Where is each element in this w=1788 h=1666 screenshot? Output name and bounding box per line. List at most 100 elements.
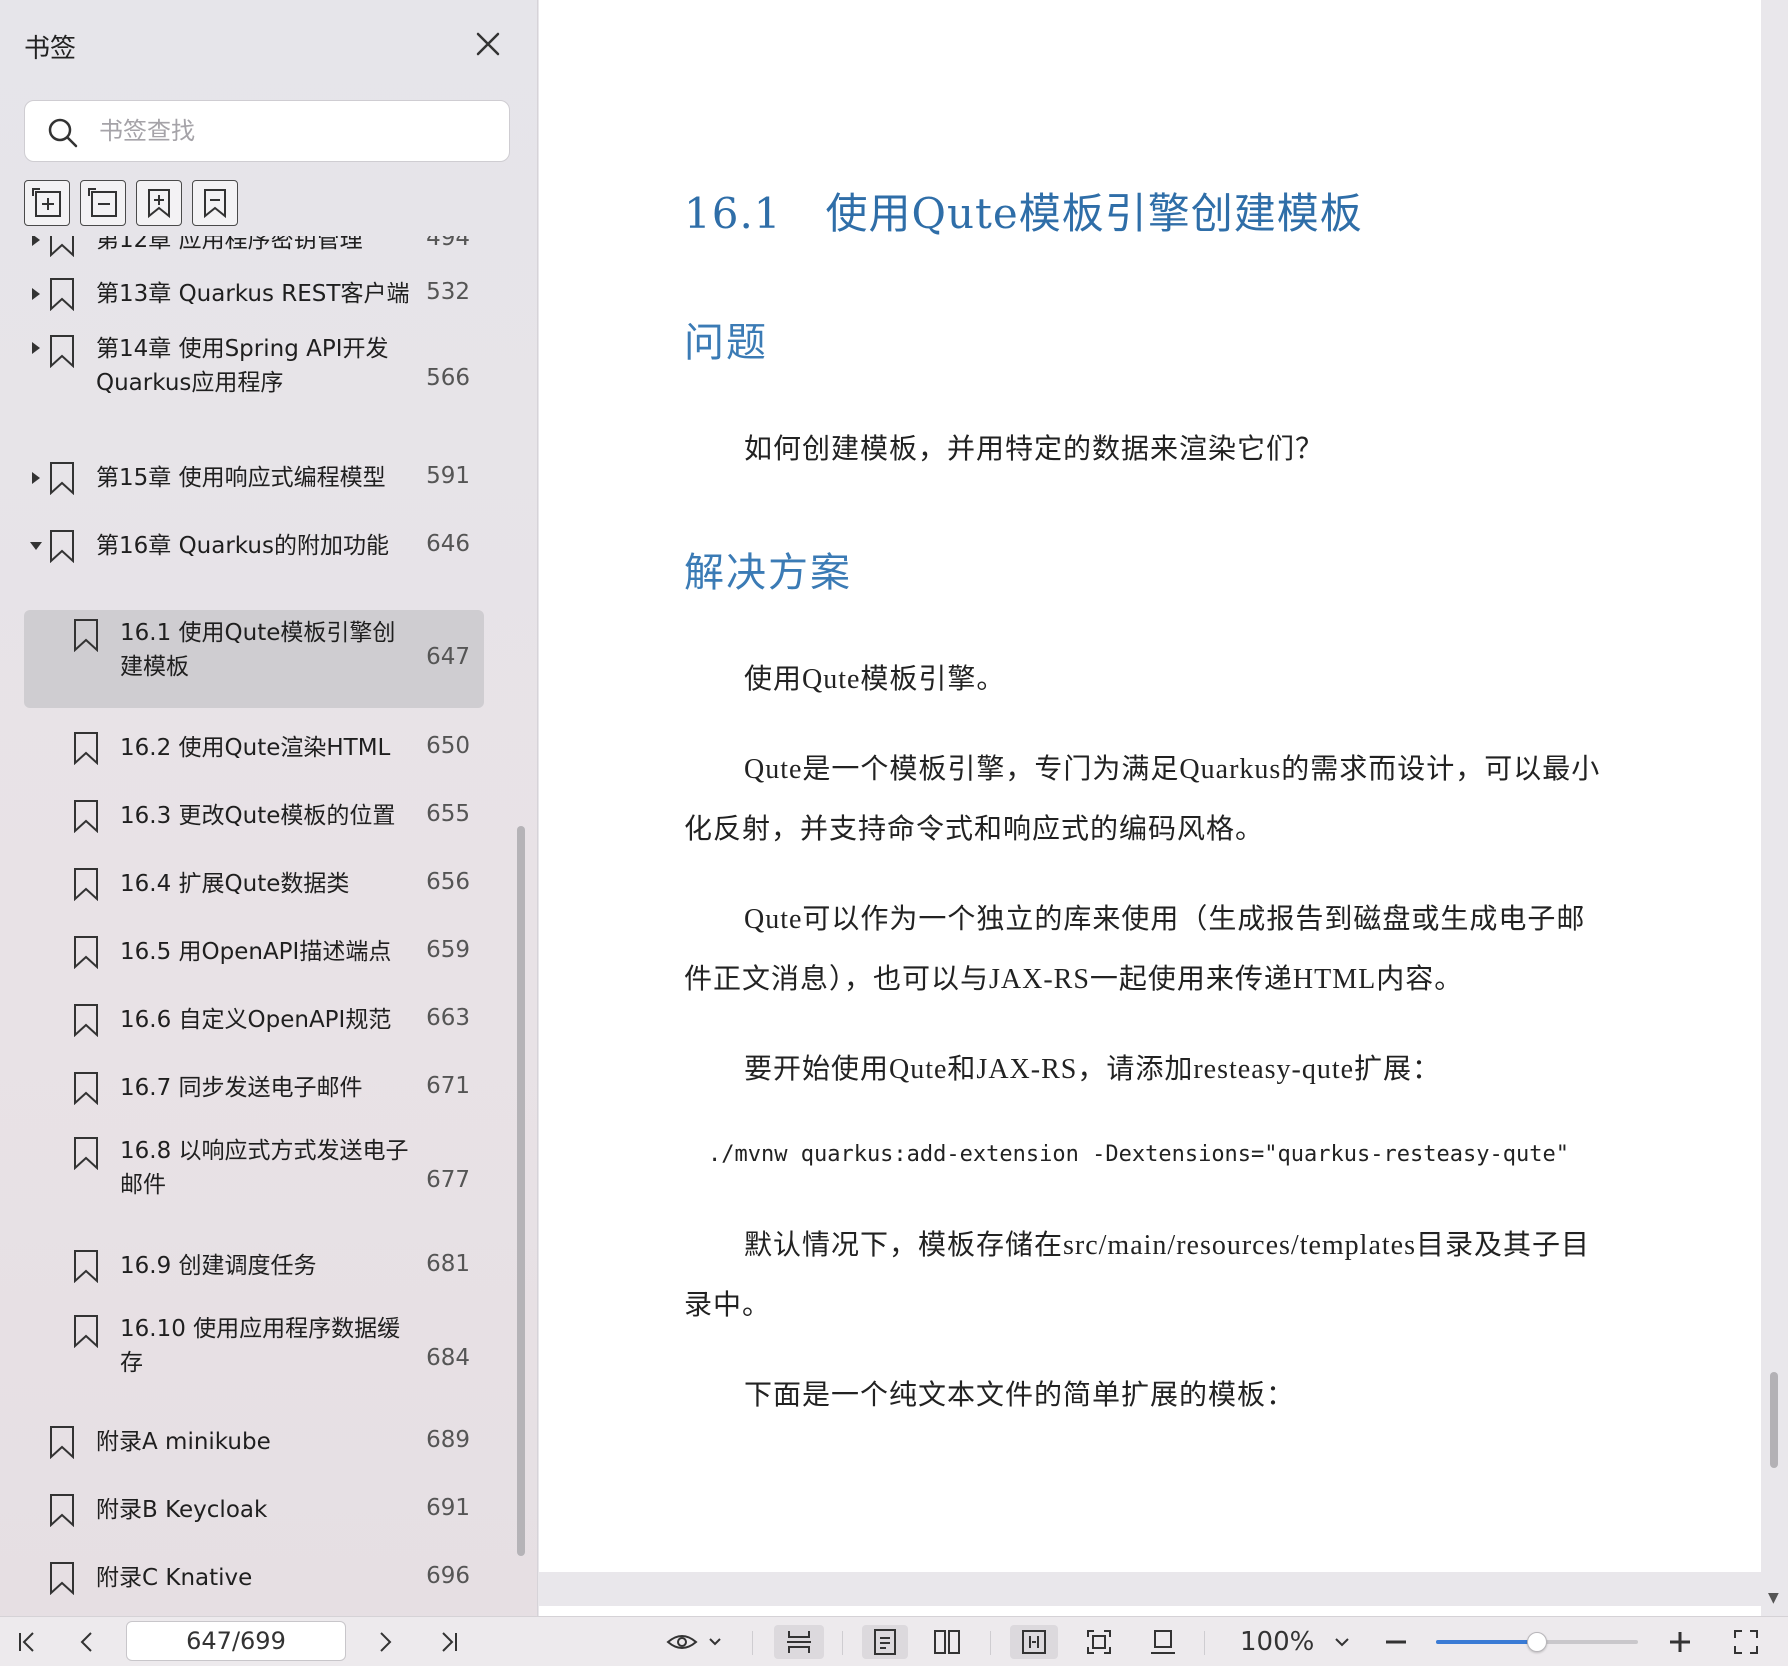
bookmark-label: 16.8 以响应式方式发送电子邮件 <box>120 1138 409 1198</box>
bookmark-item[interactable]: 附录A minikube 689 <box>24 1414 484 1470</box>
search-icon <box>47 117 79 149</box>
bookmark-icon <box>48 334 76 369</box>
bookmark-search-input[interactable] <box>99 111 489 151</box>
bookmark-item[interactable]: 16.10 使用应用程序数据缓存 684 <box>24 1306 484 1414</box>
bookmark-page-number: 663 <box>426 1005 470 1031</box>
bookmark-label: 第13章 Quarkus REST客户端 <box>96 281 410 307</box>
add-bookmark-icon[interactable] <box>136 180 182 226</box>
bookmark-label: 第15章 使用响应式编程模型 <box>96 465 386 491</box>
bookmark-item[interactable]: 16.9 创建调度任务 681 <box>24 1238 484 1294</box>
zoom-in-icon[interactable] <box>1662 1625 1698 1659</box>
bookmark-label: 附录C Knative <box>96 1565 253 1591</box>
bookmark-icon <box>72 867 100 902</box>
bookmark-item[interactable]: 16.7 同步发送电子邮件 671 <box>24 1060 484 1116</box>
expand-all-icon[interactable] <box>24 180 70 226</box>
collapsed-triangle-icon[interactable] <box>28 236 44 248</box>
pdf-reader-app: 书签 第12章 应用程序密钥管理494第13章 <box>0 0 1788 1666</box>
bookmark-label: 附录B Keycloak <box>96 1497 268 1523</box>
bookmark-icon <box>72 1003 100 1038</box>
bookmark-page-number: 681 <box>426 1251 470 1277</box>
continuous-scroll-icon[interactable] <box>774 1625 824 1659</box>
bookmark-item[interactable]: 16.2 使用Qute渲染HTML 650 <box>24 720 484 776</box>
bookmark-item[interactable]: 16.4 扩展Qute数据类 656 <box>24 856 484 912</box>
bookmark-page-number: 655 <box>426 801 470 827</box>
bookmark-item[interactable]: 第13章 Quarkus REST客户端 532 <box>24 266 484 322</box>
bookmark-item[interactable]: 第14章 使用Spring API开发Quarkus应用程序 566 <box>24 326 484 434</box>
close-icon[interactable] <box>472 28 504 60</box>
bookmark-item[interactable]: 16.8 以响应式方式发送电子邮件 677 <box>24 1128 484 1236</box>
solution-paragraph-1: 使用Qute模板引擎。 <box>744 664 1006 695</box>
two-page-icon[interactable] <box>924 1625 970 1659</box>
bookmark-item[interactable]: 16.3 更改Qute模板的位置 655 <box>24 788 484 844</box>
bookmark-icon <box>48 1493 76 1528</box>
zoom-slider-fill <box>1436 1640 1537 1644</box>
bookmarks-sidebar: 书签 第12章 应用程序密钥管理494第13章 <box>0 0 538 1616</box>
zoom-level-label[interactable]: 100% <box>1240 1627 1314 1657</box>
code-block: ./mvnw quarkus:add-extension -Dextension… <box>708 1142 1569 1167</box>
bookmark-page-number: 494 <box>426 236 470 251</box>
bookmark-item[interactable]: 16.1 使用Qute模板引擎创建模板 647 <box>24 610 484 708</box>
bookmark-label: 16.5 用OpenAPI描述端点 <box>120 939 392 965</box>
first-page-icon[interactable] <box>10 1625 44 1659</box>
zoom-out-icon[interactable] <box>1378 1625 1414 1659</box>
section-heading: 16.1 使用Qute模板引擎创建模板 <box>684 180 1363 241</box>
last-page-icon[interactable] <box>432 1625 466 1659</box>
bookmark-label: 16.7 同步发送电子邮件 <box>120 1075 363 1101</box>
bookmark-page-number: 656 <box>426 869 470 895</box>
bookmark-page-number: 566 <box>426 365 470 391</box>
bookmark-page-number: 696 <box>426 1563 470 1589</box>
fullscreen-icon[interactable] <box>1726 1625 1766 1659</box>
solution-paragraph-4: 要开始使用Qute和JAX-RS，请添加resteasy-qute扩展： <box>744 1054 1442 1085</box>
rotate-page-icon[interactable] <box>1142 1625 1184 1659</box>
next-page-icon[interactable] <box>368 1625 402 1659</box>
bookmark-item[interactable]: 第16章 Quarkus的附加功能 646 <box>24 518 484 574</box>
bookmark-icon <box>72 1314 100 1349</box>
bookmark-search-box[interactable] <box>24 100 510 162</box>
bookmark-icon <box>72 799 100 834</box>
chevron-down-icon[interactable] <box>1328 1625 1356 1659</box>
fit-page-icon[interactable] <box>1078 1625 1120 1659</box>
problem-heading: 问题 <box>684 320 768 366</box>
bookmark-item[interactable]: 第15章 使用响应式编程模型 591 <box>24 450 484 506</box>
bookmark-page-number: 677 <box>426 1167 470 1193</box>
scroll-down-arrow-icon[interactable]: ▼ <box>1768 1590 1779 1606</box>
collapsed-triangle-icon[interactable] <box>28 286 44 302</box>
bookmark-label: 16.3 更改Qute模板的位置 <box>120 803 396 829</box>
document-scrollbar[interactable] <box>1770 1372 1778 1468</box>
view-mode-eye-icon[interactable] <box>664 1625 728 1659</box>
bookmark-item[interactable]: 附录B Keycloak 691 <box>24 1482 484 1538</box>
single-page-icon[interactable] <box>862 1625 908 1659</box>
collapsed-triangle-icon[interactable] <box>28 470 44 486</box>
bookmark-icon <box>72 1071 100 1106</box>
solution-paragraph-6: 下面是一个纯文本文件的简单扩展的模板： <box>744 1380 1296 1411</box>
bookmark-item[interactable]: 附录C Knative 696 <box>24 1550 484 1606</box>
bookmark-item[interactable]: 16.5 用OpenAPI描述端点 659 <box>24 924 484 980</box>
toolbar-separator <box>842 1631 843 1655</box>
collapsed-triangle-icon[interactable] <box>28 340 44 356</box>
bookmark-icon <box>48 461 76 496</box>
bookmark-page-number: 650 <box>426 733 470 759</box>
bookmark-icon <box>48 1561 76 1596</box>
bookmark-list: 第12章 应用程序密钥管理 494 第13章 Quarkus REST客户端 532 第… <box>0 236 520 1616</box>
fit-width-icon[interactable] <box>1010 1625 1058 1659</box>
solution-paragraph-5: 默认情况下，模板存储在src/main/resources/templates目… <box>684 1230 1590 1321</box>
section-number: 16.1 <box>684 189 782 238</box>
remove-bookmark-icon[interactable] <box>192 180 238 226</box>
bookmark-item[interactable]: 第12章 应用程序密钥管理 494 <box>24 236 484 258</box>
page-number-input[interactable] <box>126 1621 346 1661</box>
zoom-slider-handle[interactable] <box>1527 1632 1547 1652</box>
bottom-toolbar: 100% <box>0 1616 1788 1666</box>
expanded-triangle-icon[interactable] <box>28 538 44 554</box>
zoom-slider[interactable] <box>1436 1632 1638 1652</box>
sidebar-scrollbar[interactable] <box>517 826 525 1556</box>
bookmark-page-number: 646 <box>426 531 470 557</box>
bookmark-item[interactable]: 16.6 自定义OpenAPI规范 663 <box>24 992 484 1048</box>
bookmark-label: 16.2 使用Qute渲染HTML <box>120 735 391 761</box>
bookmark-icon <box>72 1136 100 1171</box>
bookmark-icon <box>72 618 100 653</box>
previous-page-icon[interactable] <box>70 1625 104 1659</box>
collapse-all-icon[interactable] <box>80 180 126 226</box>
bookmark-icon <box>48 277 76 312</box>
bookmark-toolbar <box>24 180 238 228</box>
sidebar-title: 书签 <box>24 34 77 64</box>
